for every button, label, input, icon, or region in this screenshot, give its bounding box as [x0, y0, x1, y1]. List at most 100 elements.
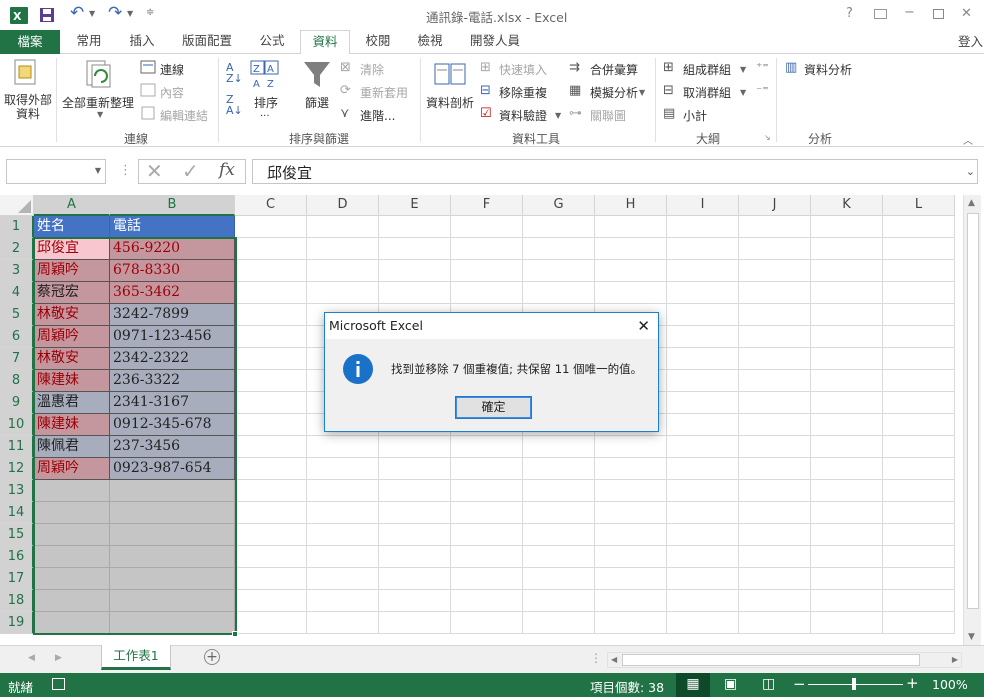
- grid-cell[interactable]: [667, 590, 739, 612]
- grid-cell[interactable]: [667, 414, 739, 436]
- grid-cell[interactable]: [451, 216, 523, 238]
- column-header[interactable]: H: [595, 195, 667, 216]
- zoom-slider-thumb[interactable]: [852, 678, 856, 690]
- tab-data[interactable]: 資料: [300, 30, 350, 55]
- column-header[interactable]: L: [883, 195, 955, 216]
- row-header[interactable]: 15: [0, 524, 34, 546]
- name-box[interactable]: ▼: [6, 159, 106, 184]
- selected-empty-cell[interactable]: [34, 612, 110, 634]
- filter-button[interactable]: 篩選: [305, 94, 329, 111]
- name-cell[interactable]: 周穎吟: [34, 458, 110, 480]
- grid-cell[interactable]: [307, 502, 379, 524]
- grid-cell[interactable]: [595, 480, 667, 502]
- grid-cell[interactable]: [595, 260, 667, 282]
- grid-cell[interactable]: [523, 546, 595, 568]
- grid-cell[interactable]: [379, 238, 451, 260]
- tab-page-layout[interactable]: 版面配置: [176, 30, 238, 54]
- grid-cell[interactable]: [379, 458, 451, 480]
- grid-cell[interactable]: [595, 282, 667, 304]
- phone-cell[interactable]: 2342-2322: [110, 348, 235, 370]
- grid-cell[interactable]: [379, 436, 451, 458]
- grid-cell[interactable]: [739, 546, 811, 568]
- grid-cell[interactable]: [307, 524, 379, 546]
- refresh-all-button[interactable]: 全部重新整理: [62, 94, 134, 111]
- grid-cell[interactable]: [811, 370, 883, 392]
- selected-empty-cell[interactable]: [110, 480, 235, 502]
- grid-cell[interactable]: [235, 392, 307, 414]
- grid-cell[interactable]: [667, 326, 739, 348]
- ok-button[interactable]: 確定: [455, 396, 532, 419]
- grid-cell[interactable]: [883, 524, 955, 546]
- row-header[interactable]: 18: [0, 590, 34, 612]
- phone-cell[interactable]: 0923-987-654: [110, 458, 235, 480]
- select-all-corner[interactable]: [0, 195, 34, 216]
- grid-cell[interactable]: [235, 502, 307, 524]
- row-header[interactable]: 13: [0, 480, 34, 502]
- row-header[interactable]: 3: [0, 260, 34, 282]
- grid-cell[interactable]: [235, 590, 307, 612]
- grid-cell[interactable]: [379, 590, 451, 612]
- grid-cell[interactable]: [739, 502, 811, 524]
- grid-cell[interactable]: [811, 524, 883, 546]
- next-sheet-icon[interactable]: ▶: [55, 653, 62, 663]
- prev-sheet-icon[interactable]: ◀: [28, 653, 35, 663]
- name-cell[interactable]: 邱俊宜: [34, 238, 110, 260]
- grid-cell[interactable]: [739, 238, 811, 260]
- selected-empty-cell[interactable]: [110, 546, 235, 568]
- customize-qat-icon[interactable]: ≑: [146, 7, 154, 18]
- grid-cell[interactable]: [667, 612, 739, 634]
- grid-cell[interactable]: [235, 568, 307, 590]
- undo-dropdown-icon[interactable]: ▼: [89, 9, 95, 18]
- grid-cell[interactable]: [883, 502, 955, 524]
- clear-button[interactable]: 清除: [360, 61, 384, 78]
- grid-cell[interactable]: [667, 502, 739, 524]
- grid-cell[interactable]: [451, 590, 523, 612]
- grid-cell[interactable]: [235, 238, 307, 260]
- column-header[interactable]: K: [811, 195, 883, 216]
- vertical-scrollbar[interactable]: ▲ ▼: [963, 195, 981, 646]
- close-button[interactable]: ✕: [961, 6, 972, 21]
- grid-cell[interactable]: [739, 414, 811, 436]
- name-cell[interactable]: 陳建妹: [34, 370, 110, 392]
- grid-cell[interactable]: [451, 238, 523, 260]
- grid-cell[interactable]: [523, 480, 595, 502]
- grid-cell[interactable]: [595, 568, 667, 590]
- row-header[interactable]: 14: [0, 502, 34, 524]
- grid-cell[interactable]: [667, 458, 739, 480]
- selected-empty-cell[interactable]: [110, 590, 235, 612]
- ungroup-dropdown-icon[interactable]: ▼: [740, 88, 746, 97]
- phone-cell[interactable]: 0912-345-678: [110, 414, 235, 436]
- row-header[interactable]: 8: [0, 370, 34, 392]
- grid-cell[interactable]: [595, 590, 667, 612]
- selected-empty-cell[interactable]: [110, 568, 235, 590]
- grid-cell[interactable]: [595, 238, 667, 260]
- grid-cell[interactable]: [883, 348, 955, 370]
- column-header[interactable]: A: [34, 195, 110, 216]
- collapse-ribbon-icon[interactable]: ︿: [963, 132, 973, 147]
- grid-cell[interactable]: [595, 546, 667, 568]
- restore-button[interactable]: [933, 9, 944, 19]
- grid-cell[interactable]: [811, 260, 883, 282]
- grid-cell[interactable]: [523, 458, 595, 480]
- ungroup-button[interactable]: 取消群組: [683, 84, 731, 101]
- name-cell[interactable]: 溫惠君: [34, 392, 110, 414]
- group-button[interactable]: 組成群組: [683, 61, 731, 78]
- grid-cell[interactable]: [883, 238, 955, 260]
- grid-cell[interactable]: [307, 260, 379, 282]
- grid-cell[interactable]: [235, 414, 307, 436]
- scroll-up-icon[interactable]: ▲: [968, 198, 975, 208]
- grid-cell[interactable]: [379, 524, 451, 546]
- column-header[interactable]: B: [110, 195, 235, 216]
- table-header-cell[interactable]: 姓名: [34, 216, 110, 238]
- properties-button[interactable]: 內容: [160, 84, 184, 101]
- grid-cell[interactable]: [883, 414, 955, 436]
- grid-cell[interactable]: [523, 216, 595, 238]
- grid-cell[interactable]: [667, 546, 739, 568]
- grid-cell[interactable]: [379, 216, 451, 238]
- grid-cell[interactable]: [379, 282, 451, 304]
- subtotal-button[interactable]: 小計: [683, 107, 707, 124]
- row-header[interactable]: 16: [0, 546, 34, 568]
- grid-cell[interactable]: [739, 590, 811, 612]
- grid-cell[interactable]: [451, 612, 523, 634]
- grid-cell[interactable]: [451, 546, 523, 568]
